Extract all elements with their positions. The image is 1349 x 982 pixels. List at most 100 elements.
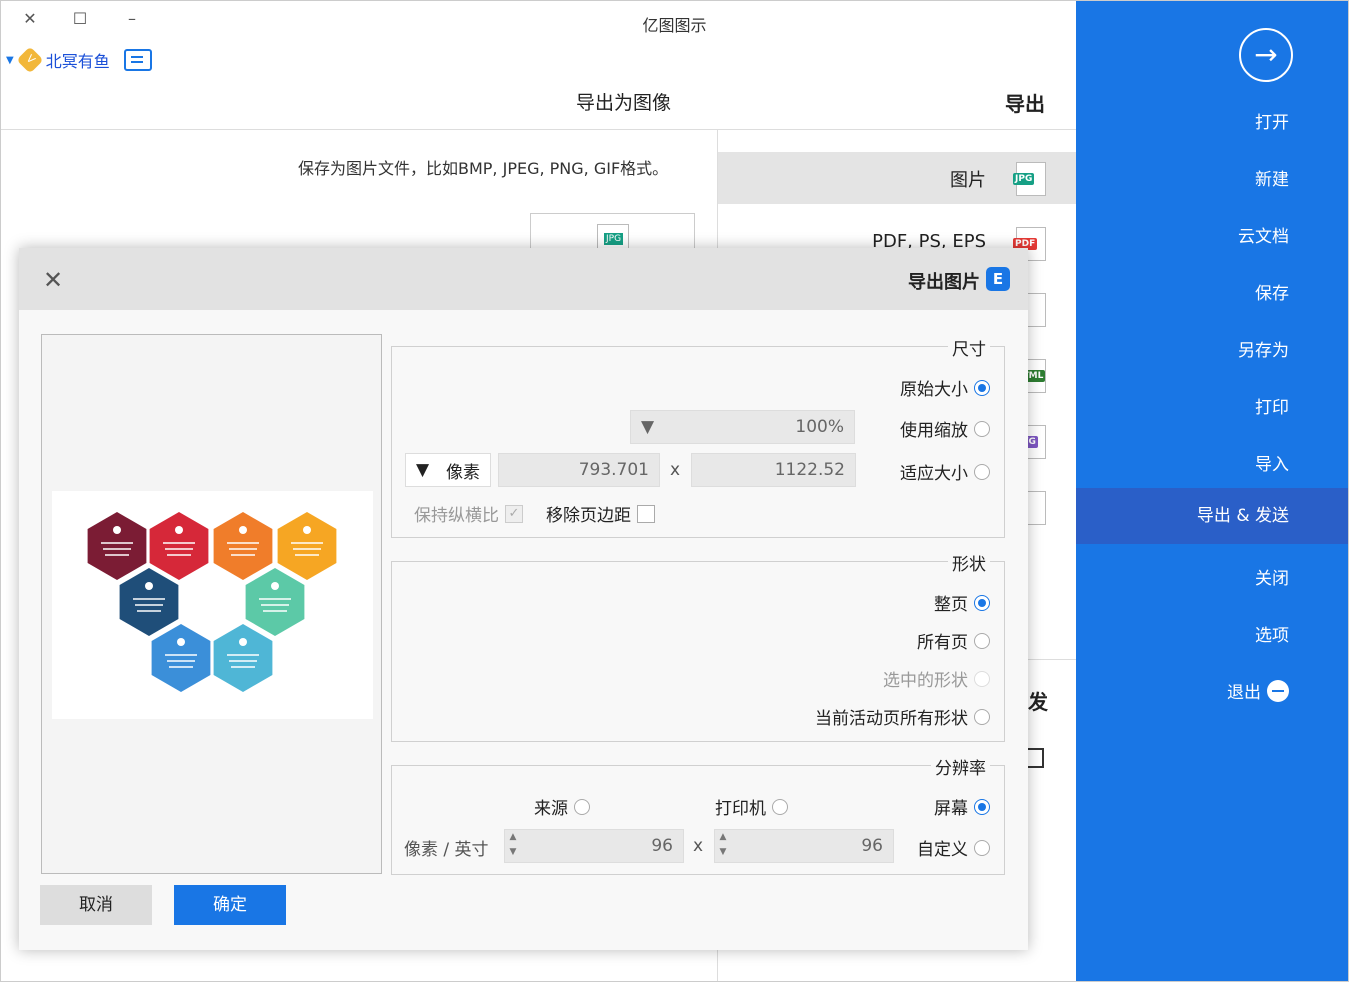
hexagon-text-line <box>167 554 191 556</box>
shape-all-label: 所有页 <box>917 633 968 653</box>
sidebar-item-3[interactable]: 保存 <box>1255 279 1289 304</box>
shape-all-option[interactable]: 所有页 <box>917 628 990 653</box>
radio-button[interactable] <box>974 839 990 856</box>
radio-button[interactable] <box>974 798 990 815</box>
hexagon-text-line <box>165 654 197 656</box>
divider <box>0 129 1076 130</box>
sidebar-item-6[interactable]: 导入 <box>1255 450 1289 475</box>
sidebar-item-7[interactable]: 导出 & 发送 <box>1076 488 1349 544</box>
radio-button[interactable] <box>974 420 990 437</box>
radio-button[interactable] <box>974 670 990 687</box>
sidebar-item-label: 打印 <box>1255 398 1289 418</box>
sidebar-item-label: 保存 <box>1255 284 1289 304</box>
hexagon-text-line <box>259 598 291 600</box>
size-original-option[interactable]: 原始大小 <box>900 375 990 400</box>
keep-ratio-option[interactable]: 保持纵横比 ✓ <box>414 501 523 526</box>
times-sign: x <box>670 460 681 480</box>
zoom-select[interactable]: ▼ 100% <box>630 410 855 444</box>
spinner-icon[interactable]: ▲ ▼ <box>715 830 731 862</box>
hexagon-icon <box>177 638 185 646</box>
sidebar-item-5[interactable]: 打印 <box>1255 393 1289 418</box>
hexagon-icon <box>145 582 153 590</box>
app-logo-icon: E <box>986 267 1010 291</box>
resolution-y-input[interactable]: ▲ ▼ 96 <box>504 829 684 863</box>
sidebar-item-label: 导入 <box>1255 455 1289 475</box>
radio-button[interactable] <box>772 798 788 815</box>
back-arrow-icon[interactable]: → <box>1239 28 1293 82</box>
width-input[interactable]: 1122.52 <box>691 453 856 487</box>
resolution-group: 分辨率 屏幕 打印机 来源 像素 / 英寸 ▲ ▼ 96 x ▲ ▼ 96 自定义 <box>391 754 1005 875</box>
resolution-source-option[interactable]: 来源 <box>534 794 590 819</box>
sidebar-item-4[interactable]: 另存为 <box>1238 336 1289 361</box>
radio-button[interactable] <box>974 708 990 725</box>
hexagon-text-line <box>137 610 161 612</box>
size-zoom-option[interactable]: 使用缩放 <box>900 416 990 441</box>
hexagon-shape <box>277 512 337 580</box>
close-icon[interactable]: ✕ <box>43 266 63 294</box>
sidebar-item-label: 另存为 <box>1238 341 1289 361</box>
unit-value: 像素 <box>446 462 480 483</box>
hexagon-text-line <box>101 542 133 544</box>
size-original-label: 原始大小 <box>900 380 968 400</box>
hexagon-text-line <box>293 548 321 550</box>
radio-button[interactable] <box>974 379 990 396</box>
maximize-icon[interactable]: ☐ <box>68 8 92 30</box>
resolution-custom-option[interactable]: 自定义 <box>917 835 990 860</box>
hexagon-shape <box>181 568 241 636</box>
spinner-icon[interactable]: ▲ ▼ <box>505 830 521 862</box>
resolution-screen-option[interactable]: 屏幕 <box>934 794 990 819</box>
user-name[interactable]: 北冥有鱼 <box>46 48 110 72</box>
hexagon-text-line <box>169 666 193 668</box>
sidebar-item-8[interactable]: 关闭 <box>1255 564 1289 589</box>
hexagon-icon <box>303 526 311 534</box>
resolution-x-input[interactable]: ▲ ▼ 96 <box>714 829 894 863</box>
sidebar-item-10[interactable]: 退出 <box>1227 678 1289 703</box>
title-bar: 亿图图示 ✕ ☐ – <box>0 0 1076 44</box>
cancel-button[interactable]: 取消 <box>40 885 152 925</box>
user-account[interactable]: ▼ V 北冥有鱼 <box>6 46 152 74</box>
ok-button[interactable]: 确定 <box>174 885 286 925</box>
remove-margin-label: 移除页边距 <box>546 506 631 526</box>
close-window-icon[interactable]: ✕ <box>18 8 42 30</box>
hexagon-shape <box>213 512 273 580</box>
format-label: 图片 <box>950 170 986 191</box>
export-description: 保存为图片文件，比如BMP, JPEG, PNG, GIF格式。 <box>298 159 669 178</box>
sidebar-item-0[interactable]: 打开 <box>1255 108 1289 133</box>
hexagon-icon <box>113 526 121 534</box>
hexagon-text-line <box>231 666 255 668</box>
size-zoom-label: 使用缩放 <box>900 421 968 441</box>
dialog-title: 导出图片 <box>908 272 980 293</box>
radio-button[interactable] <box>974 632 990 649</box>
feedback-icon[interactable] <box>123 49 152 71</box>
dialog-header: ✕ 导出图片 E <box>19 248 1028 310</box>
resolution-printer-option[interactable]: 打印机 <box>715 794 788 819</box>
caret-down-icon[interactable]: ▼ <box>6 55 14 66</box>
format-item[interactable]: 图片 JPG <box>718 152 1076 204</box>
sidebar-item-2[interactable]: 云文档 <box>1238 222 1289 247</box>
sidebar-item-1[interactable]: 新建 <box>1255 165 1289 190</box>
send-icon[interactable] <box>1028 748 1044 768</box>
minimize-icon[interactable]: – <box>120 8 144 30</box>
sidebar-item-9[interactable]: 选项 <box>1255 621 1289 646</box>
hexagon-shape <box>245 568 305 636</box>
unit-select[interactable]: ▼ 像素 <box>405 453 491 487</box>
hexagon-shape <box>87 512 147 580</box>
checkbox[interactable]: ✓ <box>505 504 523 523</box>
hexagon-text-line <box>295 554 319 556</box>
send-header: 发 <box>1028 690 1048 714</box>
radio-button[interactable] <box>574 798 590 815</box>
export-subheader: 导出为图像 <box>576 92 672 114</box>
hexagon-text-line <box>229 548 257 550</box>
shape-selected-label: 选中的形状 <box>883 671 968 691</box>
checkbox[interactable] <box>637 504 655 523</box>
shape-selected-option[interactable]: 选中的形状 <box>883 666 990 691</box>
height-input[interactable]: 793.701 <box>498 453 660 487</box>
radio-button[interactable] <box>974 594 990 611</box>
radio-button[interactable] <box>974 463 990 480</box>
shape-current-option[interactable]: 当前活动页所有形状 <box>815 704 990 729</box>
size-fit-option[interactable]: 适应大小 <box>900 459 990 484</box>
hexagon-text-line <box>291 542 323 544</box>
shape-page-option[interactable]: 整页 <box>934 590 990 615</box>
remove-margin-option[interactable]: 移除页边距 <box>546 501 655 526</box>
hexagon-text-line <box>263 610 287 612</box>
